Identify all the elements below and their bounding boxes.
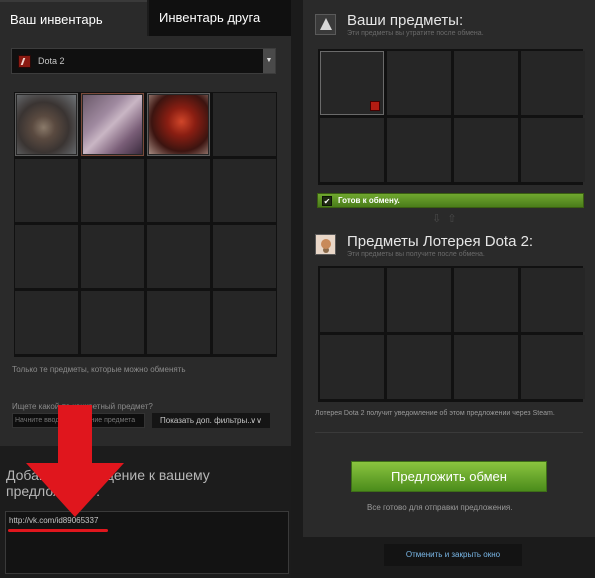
trade-message-textarea[interactable]: http://vk.com/id89065337 (5, 511, 289, 574)
item-image (83, 95, 142, 154)
their-offer-grid (318, 266, 585, 402)
game-select-dropdown[interactable]: Dota 2 ▼ (11, 48, 276, 74)
offer-slot-empty (320, 335, 384, 399)
inventory-slot-empty (213, 93, 276, 156)
inventory-slot-empty (213, 159, 276, 222)
offer-slot-empty (320, 268, 384, 332)
their-items-subtitle: Эти предметы вы получите после обмена. (347, 251, 485, 258)
notify-text: Лотерея Dota 2 получит уведомление об эт… (315, 410, 555, 417)
dota2-icon (370, 101, 380, 111)
my-inventory-panel: Ваш инвентарь Инвентарь друга Dota 2 ▼ Т… (0, 0, 291, 578)
inventory-slot-empty (15, 159, 78, 222)
offer-slot-empty (521, 335, 585, 399)
divider (315, 432, 583, 433)
inventory-slot-empty (15, 225, 78, 288)
checkmark-icon: ✔ (322, 196, 332, 206)
tab-my-inventory[interactable]: Ваш инвентарь (0, 0, 147, 36)
offered-item-1[interactable] (320, 51, 384, 115)
inventory-slot-empty (147, 159, 210, 222)
offer-slot-empty (454, 51, 518, 115)
red-underline-annotation (8, 529, 108, 532)
offer-slot-empty (387, 51, 451, 115)
show-filters-button[interactable]: Показать доп. фильтры... ∨∨ (152, 413, 270, 428)
inventory-grid (14, 92, 277, 357)
inventory-slot-empty (213, 225, 276, 288)
chevron-down-icon[interactable]: ▼ (263, 49, 275, 73)
make-offer-button[interactable]: Предложить обмен (351, 461, 547, 492)
item-image (149, 95, 208, 154)
red-arrow-annotation (26, 405, 124, 517)
offer-slot-empty (521, 51, 585, 115)
offer-slot-empty (454, 335, 518, 399)
offer-slot-empty (454, 268, 518, 332)
inventory-item-1[interactable] (15, 93, 78, 156)
my-items-subtitle: Эти предметы вы утратите после обмена. (347, 30, 484, 37)
offer-slot-empty (454, 118, 518, 182)
swap-arrows-icon: ⇩⇧ (432, 213, 463, 225)
show-filters-label: Показать доп. фильтры... (160, 416, 254, 425)
partner-avatar-icon (315, 234, 336, 255)
inventory-item-2[interactable] (81, 93, 144, 156)
inventory-slot-empty (213, 291, 276, 354)
dota2-icon (18, 55, 31, 68)
cancel-close-link[interactable]: Отменить и закрыть окно (384, 544, 522, 566)
my-items-title: Ваши предметы: (347, 12, 464, 29)
inventory-slot-empty (81, 159, 144, 222)
tradable-hint: Только те предметы, которые можно обменя… (12, 365, 186, 374)
my-offer-grid (318, 49, 585, 185)
ready-to-trade-checkbox[interactable]: ✔ Готов к обмену. (317, 193, 584, 208)
offer-slot-empty (387, 268, 451, 332)
offer-slot-empty (521, 118, 585, 182)
chevron-down-icon: ∨∨ (250, 416, 262, 425)
inventory-item-3[interactable] (147, 93, 210, 156)
tab-friend-inventory[interactable]: Инвентарь друга (149, 0, 291, 36)
their-items-title: Предметы Лотерея Dota 2: (347, 233, 534, 250)
game-select-value: Dota 2 (38, 56, 65, 66)
inventory-slot-empty (81, 291, 144, 354)
offer-slot-empty (320, 118, 384, 182)
my-avatar-icon (315, 14, 336, 35)
inventory-slot-empty (147, 225, 210, 288)
offer-slot-empty (387, 335, 451, 399)
offer-slot-empty (521, 268, 585, 332)
inventory-slot-empty (81, 225, 144, 288)
trade-offer-panel: Ваши предметы: Эти предметы вы утратите … (303, 0, 595, 537)
item-image (17, 95, 76, 154)
offer-slot-empty (387, 118, 451, 182)
ready-to-send-text: Все готово для отправки предложения. (367, 503, 513, 512)
inventory-slot-empty (147, 291, 210, 354)
inventory-tabs: Ваш инвентарь Инвентарь друга (0, 0, 291, 36)
ready-label: Готов к обмену. (338, 196, 400, 205)
inventory-slot-empty (15, 291, 78, 354)
